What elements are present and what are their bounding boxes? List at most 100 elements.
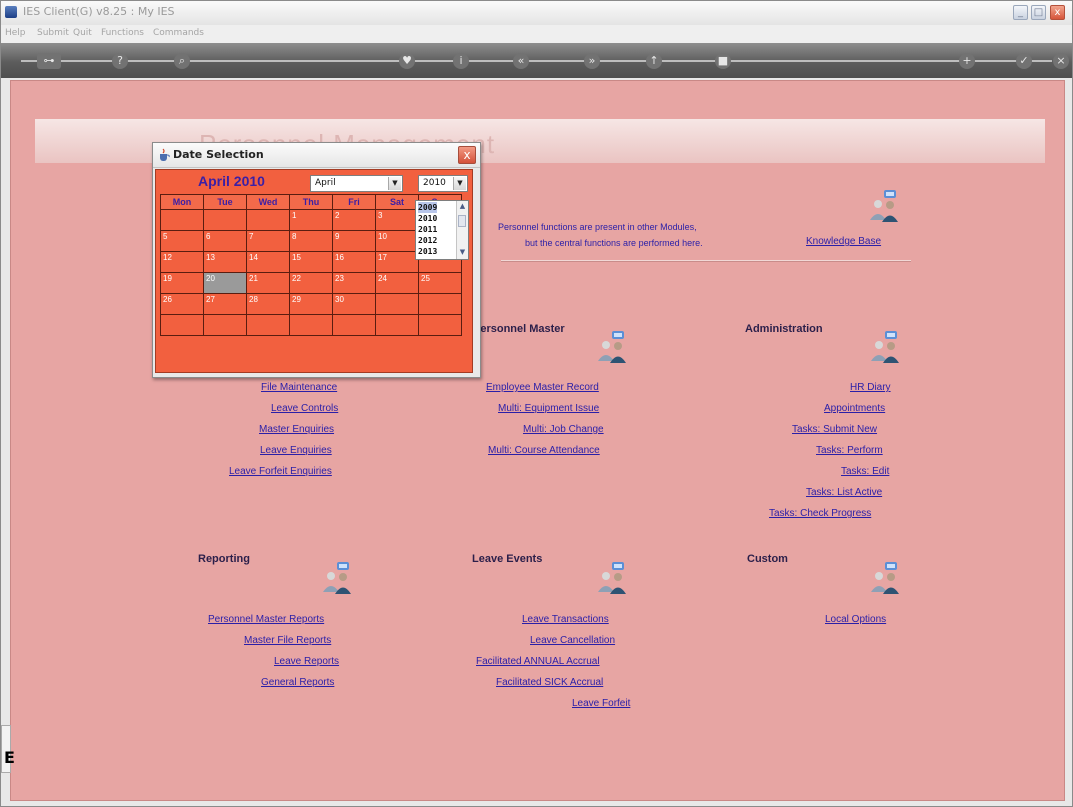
question-icon[interactable]: ? xyxy=(112,53,128,69)
local-options-link[interactable]: Local Options xyxy=(825,614,886,625)
check-icon[interactable]: ✓ xyxy=(1016,53,1032,69)
day-cell[interactable]: 5 xyxy=(160,230,204,252)
dialog-title-bar[interactable]: Date Selection x xyxy=(153,143,480,168)
year-list-scrollbar[interactable]: ▲ ▼ xyxy=(456,201,468,259)
day-cell[interactable]: 29 xyxy=(289,293,333,315)
menu-quit[interactable]: Quit xyxy=(73,28,92,38)
day-cell[interactable]: 13 xyxy=(203,251,247,273)
tasks-edit-link[interactable]: Tasks: Edit xyxy=(841,466,889,477)
month-select[interactable]: April ▼ xyxy=(310,175,403,192)
day-cell[interactable]: 15 xyxy=(289,251,333,273)
chevron-up-icon[interactable]: ▲ xyxy=(457,201,468,212)
day-cell[interactable] xyxy=(160,314,204,336)
day-cell[interactable]: 7 xyxy=(246,230,290,252)
plus-icon[interactable]: + xyxy=(959,53,975,69)
employee-master-record-link[interactable]: Employee Master Record xyxy=(486,382,599,393)
day-cell[interactable] xyxy=(418,293,462,315)
appointments-link[interactable]: Appointments xyxy=(824,403,885,414)
menu-commands[interactable]: Commands xyxy=(153,28,204,38)
multi-course-attendance-link[interactable]: Multi: Course Attendance xyxy=(488,445,600,456)
day-cell[interactable]: 10 xyxy=(375,230,419,252)
title-bar[interactable]: IES Client(G) v8.25 : My IES _ □ x xyxy=(1,1,1072,26)
tasks-check-progress-link[interactable]: Tasks: Check Progress xyxy=(769,508,871,519)
day-cell[interactable] xyxy=(332,314,376,336)
leave-forfeit-link[interactable]: Leave Forfeit xyxy=(572,698,630,709)
file-maintenance-link[interactable]: File Maintenance xyxy=(261,382,337,393)
chevron-down-icon[interactable]: ▼ xyxy=(453,177,466,190)
rewind-icon[interactable]: « xyxy=(513,53,529,69)
day-cell[interactable] xyxy=(203,209,247,231)
multi-job-change-link[interactable]: Multi: Job Change xyxy=(523,424,604,435)
left-side-panel-stub[interactable]: E xyxy=(1,725,15,773)
day-cell[interactable]: 8 xyxy=(289,230,333,252)
key-icon[interactable]: ⊶ xyxy=(37,53,61,69)
day-cell[interactable]: 27 xyxy=(203,293,247,315)
chevron-down-icon[interactable]: ▼ xyxy=(457,247,468,258)
tasks-perform-link[interactable]: Tasks: Perform xyxy=(816,445,883,456)
day-cell[interactable] xyxy=(375,314,419,336)
leave-events-icon[interactable] xyxy=(594,560,628,594)
day-cell[interactable] xyxy=(418,314,462,336)
leave-forfeit-enquiries-link[interactable]: Leave Forfeit Enquiries xyxy=(229,466,332,477)
day-cell[interactable] xyxy=(289,314,333,336)
master-enquiries-link[interactable]: Master Enquiries xyxy=(259,424,334,435)
day-cell[interactable]: 22 xyxy=(289,272,333,294)
toolbar-close-icon[interactable]: × xyxy=(1053,53,1069,69)
menu-submit[interactable]: Submit xyxy=(37,28,69,38)
day-cell[interactable]: 9 xyxy=(332,230,376,252)
day-cell[interactable]: 17 xyxy=(375,251,419,273)
master-file-reports-link[interactable]: Master File Reports xyxy=(244,635,331,646)
day-cell[interactable]: 6 xyxy=(203,230,247,252)
day-cell[interactable]: 19 xyxy=(160,272,204,294)
knowledge-base-link[interactable]: Knowledge Base xyxy=(806,236,881,247)
day-cell[interactable]: 16 xyxy=(332,251,376,273)
year-option[interactable]: 2011 xyxy=(418,224,437,235)
day-cell[interactable]: 24 xyxy=(375,272,419,294)
day-cell[interactable]: 28 xyxy=(246,293,290,315)
day-cell[interactable]: 26 xyxy=(160,293,204,315)
dialog-close-button[interactable]: x xyxy=(458,146,476,164)
close-window-button[interactable]: x xyxy=(1050,5,1065,20)
menu-functions[interactable]: Functions xyxy=(101,28,144,38)
custom-icon[interactable] xyxy=(867,560,901,594)
day-cell[interactable]: 12 xyxy=(160,251,204,273)
heart-icon[interactable]: ♥ xyxy=(399,53,415,69)
day-cell[interactable]: 23 xyxy=(332,272,376,294)
leave-reports-link[interactable]: Leave Reports xyxy=(274,656,339,667)
year-option[interactable]: 2012 xyxy=(418,235,437,246)
hr-diary-link[interactable]: HR Diary xyxy=(850,382,891,393)
year-option[interactable]: 2009 xyxy=(418,202,438,213)
year-option[interactable]: 2013 xyxy=(418,246,437,257)
search-icon[interactable]: ⌕ xyxy=(174,53,190,69)
day-cell[interactable]: 1 xyxy=(289,209,333,231)
personnel-master-icon[interactable] xyxy=(594,329,628,363)
leave-cancellation-link[interactable]: Leave Cancellation xyxy=(530,635,615,646)
day-cell[interactable]: 14 xyxy=(246,251,290,273)
forward-icon[interactable]: » xyxy=(584,53,600,69)
leave-enquiries-link[interactable]: Leave Enquiries xyxy=(260,445,332,456)
administration-icon[interactable] xyxy=(867,329,901,363)
day-cell[interactable]: 21 xyxy=(246,272,290,294)
day-cell[interactable]: 25 xyxy=(418,272,462,294)
general-reports-link[interactable]: General Reports xyxy=(261,677,334,688)
knowledge-base-icon[interactable] xyxy=(866,188,900,222)
day-cell[interactable]: 3 xyxy=(375,209,419,231)
minimize-button[interactable]: _ xyxy=(1013,5,1028,20)
year-dropdown-list[interactable]: 2009 2010 2011 2012 2013 ▲ ▼ xyxy=(415,200,469,260)
tasks-list-active-link[interactable]: Tasks: List Active xyxy=(806,487,882,498)
multi-equipment-issue-link[interactable]: Multi: Equipment Issue xyxy=(498,403,599,414)
info-icon[interactable]: i xyxy=(453,53,469,69)
leave-controls-link[interactable]: Leave Controls xyxy=(271,403,338,414)
up-icon[interactable]: ↑ xyxy=(646,53,662,69)
selected-day-cell[interactable]: 20 xyxy=(203,272,247,294)
maximize-button[interactable]: □ xyxy=(1031,5,1046,20)
menu-help[interactable]: Help xyxy=(5,28,26,38)
facilitated-annual-accrual-link[interactable]: Facilitated ANNUAL Accrual xyxy=(476,656,600,667)
square-icon[interactable]: ■ xyxy=(715,53,731,69)
day-cell[interactable]: 30 xyxy=(332,293,376,315)
day-cell[interactable] xyxy=(375,293,419,315)
reporting-icon[interactable] xyxy=(319,560,353,594)
year-option[interactable]: 2010 xyxy=(418,213,437,224)
scrollbar-thumb[interactable] xyxy=(458,215,466,227)
day-cell[interactable]: 2 xyxy=(332,209,376,231)
